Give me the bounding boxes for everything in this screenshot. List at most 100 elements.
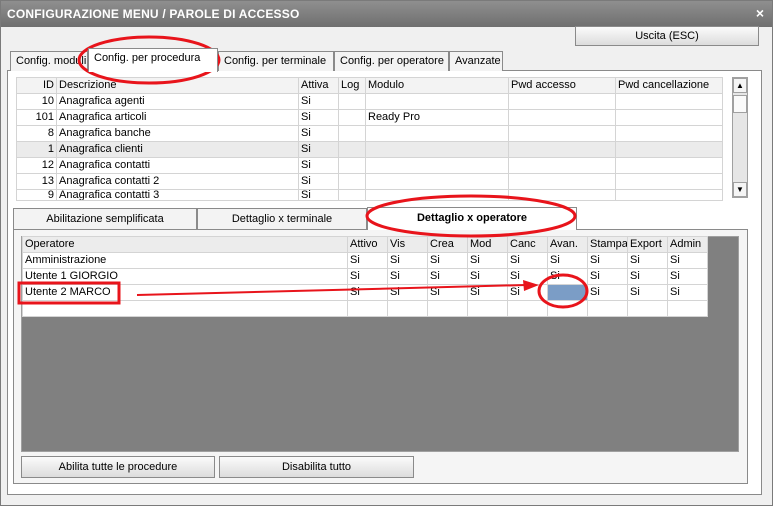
cell-modulo[interactable] [365, 173, 509, 190]
cell-attiva[interactable]: Si [298, 141, 339, 158]
col-header-descrizione[interactable]: Descrizione [56, 77, 299, 94]
table-row[interactable]: 9 Anagrafica contatti 3 Si [16, 189, 723, 201]
cell-descrizione[interactable]: Anagrafica contatti 3 [56, 189, 299, 201]
cell-stampa[interactable]: Si [587, 284, 628, 301]
cell-pwd-accesso[interactable] [508, 125, 616, 142]
cell-descrizione[interactable]: Anagrafica contatti [56, 157, 299, 174]
cell-log[interactable] [338, 93, 366, 110]
cell-id[interactable]: 8 [16, 125, 57, 142]
cell-canc[interactable]: Si [507, 252, 548, 269]
tab-config-moduli[interactable]: Config. moduli [10, 51, 88, 71]
cell-admin[interactable]: Si [667, 252, 708, 269]
cell-attiva[interactable]: Si [298, 109, 339, 126]
table-row[interactable]: Utente 1 GIORGIO Si Si Si Si Si Si Si Si… [22, 268, 708, 285]
cell-vis[interactable]: Si [387, 252, 428, 269]
cell-pwd-accesso[interactable] [508, 173, 616, 190]
cell-id[interactable]: 10 [16, 93, 57, 110]
table-row[interactable]: 10 Anagrafica agenti Si [16, 93, 723, 110]
col-header-export[interactable]: Export [627, 236, 668, 253]
cell-stampa[interactable]: Si [587, 268, 628, 285]
cell-descrizione[interactable]: Anagrafica contatti 2 [56, 173, 299, 190]
tab-abilitazione-semplificata[interactable]: Abilitazione semplificata [13, 208, 197, 229]
cell-descrizione[interactable]: Anagrafica agenti [56, 93, 299, 110]
col-header-crea[interactable]: Crea [427, 236, 468, 253]
cell-pwd-cancellazione[interactable] [615, 141, 723, 158]
table-row[interactable]: 13 Anagrafica contatti 2 Si [16, 173, 723, 190]
col-header-attiva[interactable]: Attiva [298, 77, 339, 94]
tab-dettaglio-x-terminale[interactable]: Dettaglio x terminale [197, 208, 367, 229]
cell-mod[interactable]: Si [467, 268, 508, 285]
cell-attivo[interactable]: Si [347, 268, 388, 285]
cell-log[interactable] [338, 109, 366, 126]
cell-log[interactable] [338, 141, 366, 158]
table-row-empty[interactable] [22, 300, 708, 317]
tab-config-per-operatore[interactable]: Config. per operatore [334, 51, 449, 71]
cell-mod[interactable]: Si [467, 252, 508, 269]
cell-id[interactable]: 1 [16, 141, 57, 158]
tab-dettaglio-x-operatore[interactable]: Dettaglio x operatore [367, 207, 577, 230]
cell-admin[interactable]: Si [667, 284, 708, 301]
col-header-admin[interactable]: Admin [667, 236, 708, 253]
cell-descrizione[interactable]: Anagrafica clienti [56, 141, 299, 158]
tab-config-per-procedura[interactable]: Config. per procedura [88, 48, 218, 72]
col-header-vis[interactable]: Vis [387, 236, 428, 253]
scroll-up-icon[interactable]: ▲ [733, 78, 747, 93]
cell-log[interactable] [338, 125, 366, 142]
close-icon[interactable]: × [756, 5, 764, 21]
cell-avan[interactable]: Si [547, 252, 588, 269]
col-header-avan[interactable]: Avan. [547, 236, 588, 253]
cell-attiva[interactable]: Si [298, 173, 339, 190]
cell-id[interactable]: 13 [16, 173, 57, 190]
tab-config-per-terminale[interactable]: Config. per terminale [218, 51, 334, 71]
cell-log[interactable] [338, 173, 366, 190]
cell-descrizione[interactable]: Anagrafica articoli [56, 109, 299, 126]
col-header-pwd-accesso[interactable]: Pwd accesso [508, 77, 616, 94]
enable-all-procedures-button[interactable]: Abilita tutte le procedure [21, 456, 215, 478]
cell-pwd-accesso[interactable] [508, 157, 616, 174]
cell-log[interactable] [338, 189, 366, 201]
cell-pwd-accesso[interactable] [508, 189, 616, 201]
cell-admin[interactable]: Si [667, 268, 708, 285]
cell-crea[interactable]: Si [427, 252, 468, 269]
cell-canc[interactable]: Si [507, 284, 548, 301]
cell-canc[interactable]: Si [507, 268, 548, 285]
col-header-log[interactable]: Log [338, 77, 366, 94]
cell-modulo[interactable] [365, 125, 509, 142]
cell-pwd-accesso[interactable] [508, 93, 616, 110]
exit-button[interactable]: Uscita (ESC) [575, 26, 759, 46]
cell-pwd-cancellazione[interactable] [615, 125, 723, 142]
col-header-canc[interactable]: Canc [507, 236, 548, 253]
cell-modulo[interactable] [365, 93, 509, 110]
cell-pwd-cancellazione[interactable] [615, 93, 723, 110]
table-row[interactable]: 1 Anagrafica clienti Si [16, 141, 723, 158]
tab-avanzate[interactable]: Avanzate [449, 51, 503, 71]
cell-attiva[interactable]: Si [298, 189, 339, 201]
cell-vis[interactable]: Si [387, 284, 428, 301]
cell-stampa[interactable]: Si [587, 252, 628, 269]
col-header-attivo[interactable]: Attivo [347, 236, 388, 253]
scroll-thumb[interactable] [733, 95, 747, 113]
table-row[interactable]: 12 Anagrafica contatti Si [16, 157, 723, 174]
cell-operatore[interactable]: Amministrazione [22, 252, 348, 269]
cell-id[interactable]: 101 [16, 109, 57, 126]
cell-pwd-accesso[interactable] [508, 141, 616, 158]
cell-export[interactable]: Si [627, 252, 668, 269]
col-header-id[interactable]: ID [16, 77, 57, 94]
cell-crea[interactable]: Si [427, 268, 468, 285]
cell-attivo[interactable]: Si [347, 252, 388, 269]
cell-id[interactable]: 12 [16, 157, 57, 174]
cell-id[interactable]: 9 [16, 189, 57, 201]
procedures-scrollbar[interactable]: ▲ ▼ [732, 77, 748, 198]
cell-attiva[interactable]: Si [298, 157, 339, 174]
cell-attiva[interactable]: Si [298, 93, 339, 110]
cell-avan-selected[interactable] [547, 284, 588, 301]
col-header-stampa[interactable]: Stampa [587, 236, 628, 253]
col-header-modulo[interactable]: Modulo [365, 77, 509, 94]
cell-log[interactable] [338, 157, 366, 174]
cell-crea[interactable]: Si [427, 284, 468, 301]
table-row[interactable]: Utente 2 MARCO Si Si Si Si Si Si Si Si [22, 284, 708, 301]
col-header-pwd-cancellazione[interactable]: Pwd cancellazione [615, 77, 723, 94]
cell-mod[interactable]: Si [467, 284, 508, 301]
cell-modulo[interactable] [365, 157, 509, 174]
cell-pwd-cancellazione[interactable] [615, 173, 723, 190]
